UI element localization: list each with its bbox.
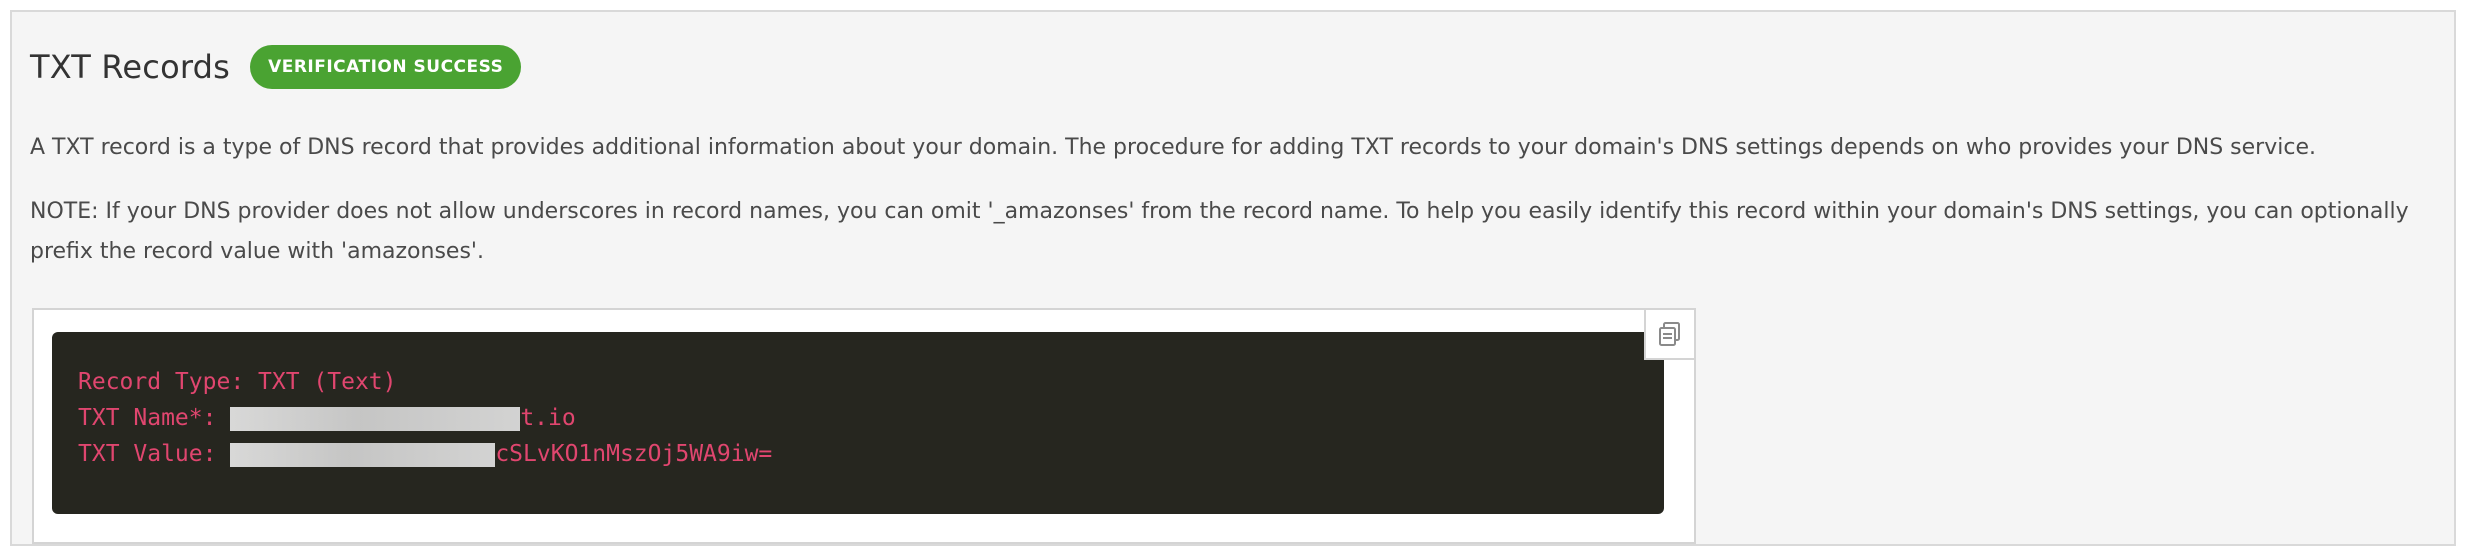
copy-icon: [1659, 322, 1680, 346]
section-title: TXT Records: [30, 48, 231, 86]
txt-name-suffix: t.io: [520, 405, 576, 431]
copy-button[interactable]: [1644, 308, 1696, 360]
txt-name-line: TXT Name*: t.io: [78, 400, 1638, 436]
record-code-block[interactable]: Record Type: TXT (Text) TXT Name*: t.io …: [52, 332, 1664, 514]
redacted-text: [230, 406, 521, 431]
txt-name-label: TXT Name*:: [78, 405, 231, 431]
verification-status-badge: VERIFICATION SUCCESS: [250, 45, 522, 89]
record-code-box: Record Type: TXT (Text) TXT Name*: t.io …: [32, 308, 1696, 544]
txt-records-panel: TXT Records VERIFICATION SUCCESS A TXT r…: [10, 10, 2456, 546]
record-type-line: Record Type: TXT (Text): [78, 369, 397, 395]
panel-header: TXT Records VERIFICATION SUCCESS: [30, 40, 522, 94]
txt-value-label: TXT Value:: [78, 441, 231, 467]
description-paragraph: A TXT record is a type of DNS record tha…: [30, 135, 2316, 160]
note-paragraph: NOTE: If your DNS provider does not allo…: [30, 199, 2409, 264]
txt-value-line: TXT Value: cSLvKO1nMszOj5WA9iw=: [78, 436, 1638, 472]
redacted-text: [230, 442, 496, 467]
txt-value-suffix: cSLvKO1nMszOj5WA9iw=: [495, 441, 773, 467]
